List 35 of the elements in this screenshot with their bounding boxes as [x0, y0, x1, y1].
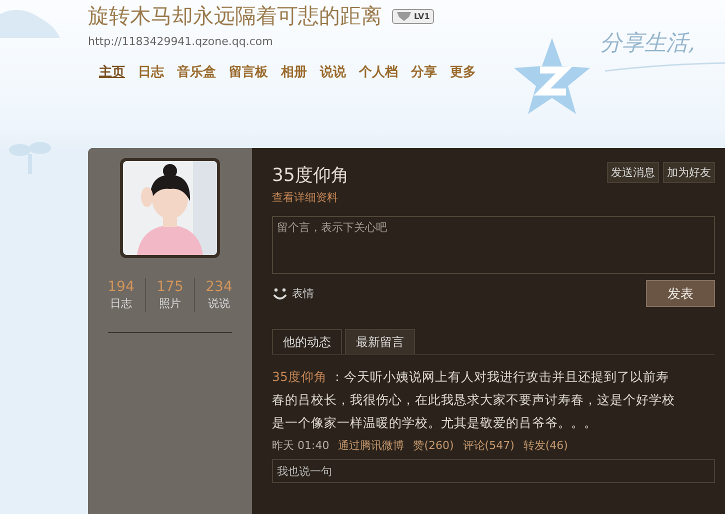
nav-link[interactable]: 主页: [99, 64, 125, 82]
message-field[interactable]: 留个言，表示下关心吧: [272, 216, 715, 274]
nav-link[interactable]: 日志: [138, 64, 164, 82]
nav-link[interactable]: 分享: [411, 64, 437, 82]
space-title: 旋转木马却永远隔着可悲的距离: [88, 3, 382, 30]
stat-label[interactable]: 说说: [195, 296, 243, 312]
space-url[interactable]: http://1183429941.qzone.qq.com: [88, 35, 273, 49]
post-time: 昨天 01:40: [272, 438, 330, 454]
details-link[interactable]: 查看详细资料: [272, 190, 715, 206]
submit-button[interactable]: 发表: [646, 280, 715, 307]
post-text: 35度仰角 ：今天听小姨说网上有人对我进行攻击并且还提到了以前寿春的吕校长，我很伤心，在此我恳求大家不要声讨寿春，这是个好学校是一个像家一样温暖的学校。尤其是敬爱的吕爷爷。。。: [272, 368, 676, 432]
comment-link[interactable]: 评论(547): [462, 438, 514, 454]
source-link[interactable]: 通过腾讯微博: [338, 438, 404, 454]
profile-name: 35度仰角: [272, 164, 349, 188]
nav-link[interactable]: 留言板: [229, 64, 268, 82]
nav-link[interactable]: 更多: [450, 64, 476, 82]
nav-link[interactable]: 说说: [320, 64, 346, 82]
nav-link[interactable]: 相册: [281, 64, 307, 82]
action-button[interactable]: 发送消息: [607, 162, 659, 183]
reply-field[interactable]: 我也说一句: [272, 459, 715, 483]
share-link[interactable]: 转发(46): [523, 438, 568, 454]
nav-link[interactable]: 音乐盒: [177, 64, 216, 82]
stat-label[interactable]: 日志: [97, 296, 145, 312]
level-text: LV1: [414, 10, 430, 22]
like-link[interactable]: 赞(260): [413, 438, 454, 454]
smiley-icon: [272, 286, 288, 300]
stat-label[interactable]: 照片: [146, 296, 194, 312]
slogan-text: 分享生活,: [600, 30, 695, 58]
emoji-button[interactable]: 表情: [272, 286, 314, 301]
nav-link[interactable]: 个人档: [359, 64, 398, 82]
tab[interactable]: 最新留言: [345, 329, 415, 354]
author-link[interactable]: 35度仰角: [272, 369, 327, 384]
tab[interactable]: 他的动态: [272, 329, 342, 354]
action-button[interactable]: 加为好友: [663, 162, 715, 183]
star-logo-icon: [512, 36, 592, 116]
